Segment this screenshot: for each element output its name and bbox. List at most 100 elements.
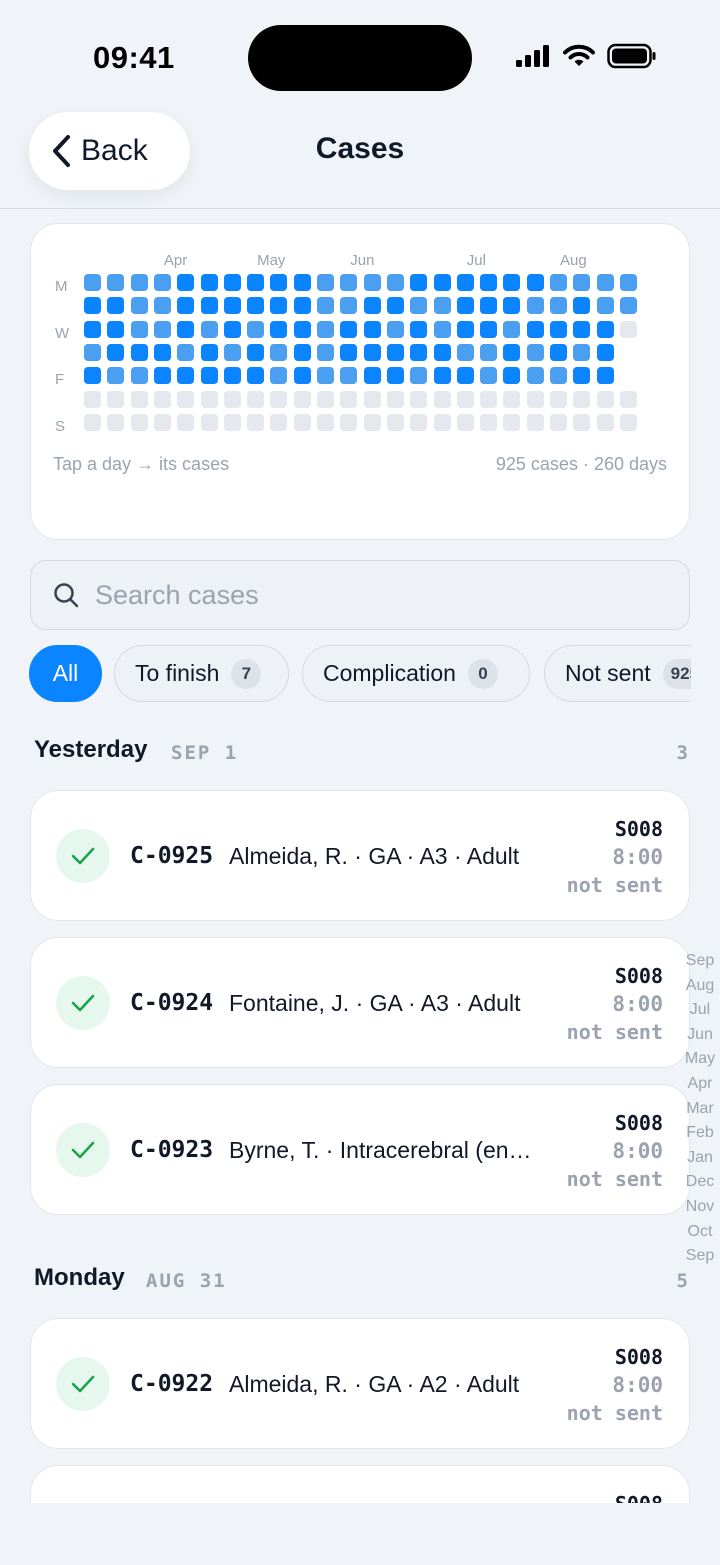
heatmap-day-cell[interactable] xyxy=(200,343,218,361)
scrubber-month[interactable]: Feb xyxy=(680,1124,720,1149)
heatmap-day-cell[interactable] xyxy=(317,297,334,315)
heatmap-day-cell[interactable] xyxy=(340,367,358,385)
heatmap-day-cell[interactable] xyxy=(293,297,311,315)
heatmap-day-cell[interactable] xyxy=(200,413,218,431)
heatmap-day-cell[interactable] xyxy=(480,413,498,431)
heatmap-day-cell[interactable] xyxy=(130,367,148,385)
heatmap-day-cell[interactable] xyxy=(200,320,218,338)
heatmap-day-cell[interactable] xyxy=(270,367,288,385)
month-scrubber[interactable]: Sep Aug Jul Jun May Apr Mar Feb Jan Dec Nov Oct Sep xyxy=(680,952,720,1272)
heatmap-day-cell[interactable] xyxy=(433,320,451,338)
heatmap-day-cell[interactable] xyxy=(433,274,451,291)
heatmap-day-cell[interactable] xyxy=(363,320,381,338)
heatmap-day-cell[interactable] xyxy=(619,320,637,338)
heatmap-day-cell[interactable] xyxy=(596,320,614,338)
heatmap-day-cell[interactable] xyxy=(223,320,241,338)
heatmap-day-cell[interactable] xyxy=(410,413,428,431)
scrubber-month[interactable]: Sep xyxy=(680,952,720,977)
heatmap-day-cell[interactable] xyxy=(340,320,358,338)
heatmap-day-cell[interactable] xyxy=(503,297,521,315)
heatmap-day-cell[interactable] xyxy=(107,367,125,385)
heatmap-day-cell[interactable] xyxy=(84,413,101,431)
case-card[interactable]: C-0924 Fontaine, J. · GA · A3 · Adult S0… xyxy=(30,937,690,1068)
heatmap-day-cell[interactable] xyxy=(293,390,311,408)
heatmap-day-cell[interactable] xyxy=(200,297,218,315)
heatmap-day-cell[interactable] xyxy=(526,413,544,431)
heatmap-day-cell[interactable] xyxy=(317,343,334,361)
heatmap-day-cell[interactable] xyxy=(480,297,498,315)
heatmap-day-cell[interactable] xyxy=(270,320,288,338)
heatmap-day-cell[interactable] xyxy=(596,413,614,431)
heatmap-day-cell[interactable] xyxy=(177,413,195,431)
filter-chip-not-sent[interactable]: Not sent 925 xyxy=(544,645,691,702)
heatmap-day-cell[interactable] xyxy=(573,297,591,315)
heatmap-day-cell[interactable] xyxy=(410,297,428,315)
heatmap-day-cell[interactable] xyxy=(153,390,171,408)
heatmap-day-cell[interactable] xyxy=(130,390,148,408)
heatmap-day-cell[interactable] xyxy=(247,297,265,315)
heatmap-day-cell[interactable] xyxy=(526,390,544,408)
scrubber-month[interactable]: Dec xyxy=(680,1173,720,1198)
heatmap-day-cell[interactable] xyxy=(503,320,521,338)
heatmap-day-cell[interactable] xyxy=(526,320,544,338)
heatmap-day-cell[interactable] xyxy=(293,343,311,361)
heatmap-day-cell[interactable] xyxy=(480,367,498,385)
heatmap-day-cell[interactable] xyxy=(386,367,404,385)
heatmap-day-cell[interactable] xyxy=(293,320,311,338)
scrubber-month[interactable]: May xyxy=(680,1050,720,1075)
heatmap-day-cell[interactable] xyxy=(573,367,591,385)
heatmap-day-cell[interactable] xyxy=(386,297,404,315)
heatmap-day-cell[interactable] xyxy=(526,274,544,291)
heatmap-day-cell[interactable] xyxy=(84,390,101,408)
heatmap-day-cell[interactable] xyxy=(480,274,498,291)
heatmap-day-cell[interactable] xyxy=(223,297,241,315)
heatmap-day-cell[interactable] xyxy=(363,413,381,431)
heatmap-day-cell[interactable] xyxy=(340,343,358,361)
heatmap-day-cell[interactable] xyxy=(363,343,381,361)
heatmap-day-cell[interactable] xyxy=(433,297,451,315)
heatmap-day-cell[interactable] xyxy=(503,274,521,291)
heatmap-day-cell[interactable] xyxy=(270,297,288,315)
heatmap-day-cell[interactable] xyxy=(386,390,404,408)
heatmap-day-cell[interactable] xyxy=(177,343,195,361)
heatmap-day-cell[interactable] xyxy=(153,297,171,315)
scrubber-month[interactable]: Jul xyxy=(680,1001,720,1026)
heatmap-day-cell[interactable] xyxy=(550,274,567,291)
heatmap-day-cell[interactable] xyxy=(247,320,265,338)
heatmap-day-cell[interactable] xyxy=(550,390,567,408)
heatmap-day-cell[interactable] xyxy=(596,274,614,291)
heatmap-day-cell[interactable] xyxy=(363,274,381,291)
heatmap-day-cell[interactable] xyxy=(223,390,241,408)
heatmap-day-cell[interactable] xyxy=(153,413,171,431)
heatmap-day-cell[interactable] xyxy=(363,297,381,315)
heatmap-day-cell[interactable] xyxy=(480,343,498,361)
heatmap-day-cell[interactable] xyxy=(247,367,265,385)
heatmap-day-cell[interactable] xyxy=(153,367,171,385)
filter-chip-all[interactable]: All xyxy=(29,645,102,702)
heatmap-day-cell[interactable] xyxy=(410,320,428,338)
heatmap-day-cell[interactable] xyxy=(107,343,125,361)
scrubber-month[interactable]: Apr xyxy=(680,1075,720,1100)
heatmap-day-cell[interactable] xyxy=(550,367,567,385)
search-input[interactable] xyxy=(95,579,635,611)
heatmap-day-cell[interactable] xyxy=(573,274,591,291)
search-bar[interactable] xyxy=(30,560,690,630)
heatmap-day-cell[interactable] xyxy=(340,297,358,315)
heatmap-day-cell[interactable] xyxy=(619,413,637,431)
heatmap-day-cell[interactable] xyxy=(550,413,567,431)
case-card[interactable]: C-0925 Almeida, R. · GA · A3 · Adult S00… xyxy=(30,790,690,921)
heatmap-day-cell[interactable] xyxy=(177,320,195,338)
heatmap-day-cell[interactable] xyxy=(107,413,125,431)
heatmap-day-cell[interactable] xyxy=(573,343,591,361)
heatmap-day-cell[interactable] xyxy=(317,274,334,291)
heatmap-day-cell[interactable] xyxy=(526,343,544,361)
heatmap-day-cell[interactable] xyxy=(84,320,101,338)
scrubber-month[interactable]: Oct xyxy=(680,1223,720,1248)
heatmap-day-cell[interactable] xyxy=(480,320,498,338)
heatmap-day-cell[interactable] xyxy=(270,413,288,431)
heatmap-day-cell[interactable] xyxy=(177,367,195,385)
heatmap-day-cell[interactable] xyxy=(456,413,474,431)
heatmap-day-cell[interactable] xyxy=(596,297,614,315)
heatmap-day-cell[interactable] xyxy=(177,390,195,408)
heatmap-day-cell[interactable] xyxy=(130,274,148,291)
